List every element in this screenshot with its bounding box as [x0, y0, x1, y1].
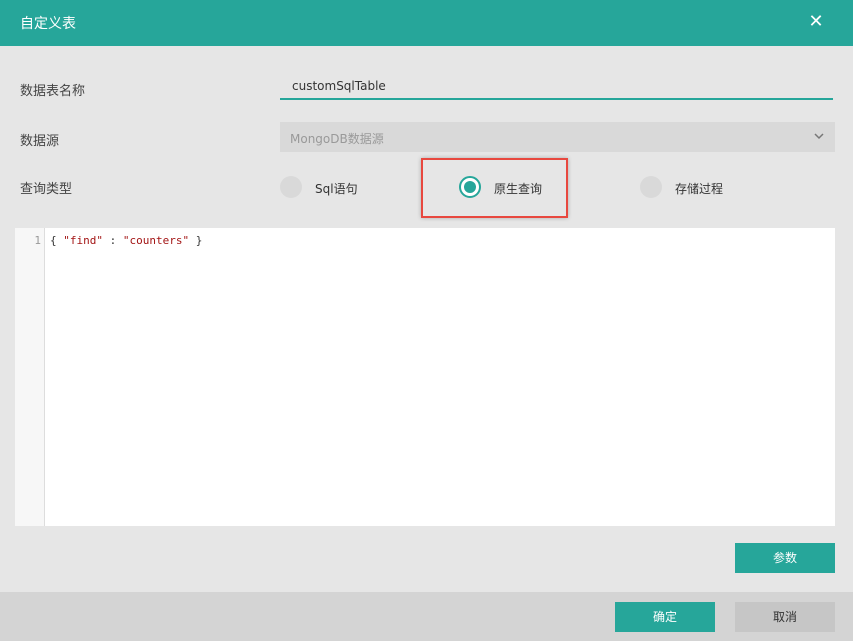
ok-button[interactable]: 确定 [615, 602, 715, 632]
code-brace-close: } [189, 234, 203, 247]
table-name-label: 数据表名称 [20, 84, 86, 99]
dialog-footer [0, 592, 853, 641]
code-key: "find" [63, 234, 103, 247]
radio-sql-statement-label[interactable]: Sql语句 [315, 180, 358, 197]
query-type-label: 查询类型 [20, 182, 73, 197]
dialog-title-bar: 自定义表 ✕ [0, 0, 853, 46]
cancel-button[interactable]: 取消 [735, 602, 835, 632]
radio-stored-procedure-label[interactable]: 存储过程 [675, 180, 723, 197]
table-name-input[interactable] [280, 74, 833, 100]
code-value: "counters" [122, 234, 190, 247]
datasource-label: 数据源 [20, 134, 60, 149]
code-brace-open: { [50, 234, 64, 247]
code-line[interactable]: { "find" : "counters" } [50, 234, 202, 247]
params-button[interactable]: 参数 [735, 543, 835, 573]
chevron-down-icon [814, 133, 824, 140]
radio-stored-procedure[interactable] [640, 176, 662, 198]
line-number-gutter: 1 [15, 228, 45, 526]
code-separator: : [103, 234, 123, 247]
datasource-select[interactable]: MongoDB数据源 [280, 122, 835, 152]
line-number: 1 [34, 234, 41, 247]
annotation-highlight-box [421, 158, 568, 218]
datasource-selected-value: MongoDB数据源 [290, 132, 384, 146]
code-editor[interactable]: 1 { "find" : "counters" } [15, 228, 835, 526]
close-icon[interactable]: ✕ [807, 11, 825, 33]
radio-sql-statement[interactable] [280, 176, 302, 198]
dialog-title: 自定义表 [20, 16, 76, 32]
